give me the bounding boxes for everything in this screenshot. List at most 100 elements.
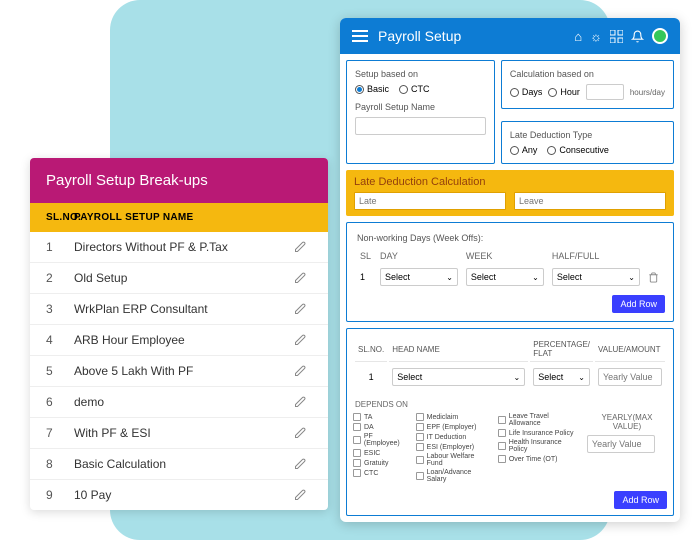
checkbox-esi-employer-[interactable]: ESI (Employer): [416, 443, 492, 451]
heads-col-name: HEAD NAME: [389, 337, 528, 362]
row-name: 10 Pay: [74, 488, 294, 502]
nwd-row-num: 1: [357, 265, 375, 289]
row-name: WrkPlan ERP Consultant: [74, 302, 294, 316]
checkbox-mediclaim[interactable]: Mediclaim: [416, 413, 492, 421]
bell-icon[interactable]: [631, 30, 644, 43]
checkbox-pf-employee-[interactable]: PF (Employee): [353, 433, 410, 447]
table-row: 1 Directors Without PF & P.Tax: [30, 232, 328, 263]
table-header: SL.NO. PAYROLL SETUP NAME: [30, 203, 328, 232]
avatar[interactable]: [652, 28, 668, 44]
head-pf-select[interactable]: Select⌄: [533, 368, 590, 386]
checkbox-ctc[interactable]: CTC: [353, 469, 410, 477]
heads-table: SL.NO. HEAD NAME PERCENTAGE/ FLAT VALUE/…: [353, 335, 667, 392]
checkbox-epf-employer-[interactable]: EPF (Employer): [416, 423, 492, 431]
checkbox-health-insurance-policy[interactable]: Health Insurance Policy: [498, 439, 581, 453]
col-name: PAYROLL SETUP NAME: [74, 212, 312, 223]
radio-days[interactable]: Days: [510, 87, 543, 97]
table-row: 8 Basic Calculation: [30, 449, 328, 480]
heads-addrow-button[interactable]: Add Row: [614, 491, 667, 509]
nwd-col-week: WEEK: [463, 249, 547, 263]
leave-input[interactable]: [514, 192, 666, 210]
heads-col-va: VALUE/AMOUNT: [595, 337, 665, 362]
delete-icon[interactable]: [648, 272, 660, 283]
payroll-breakups-card: Payroll Setup Break-ups SL.NO. PAYROLL S…: [30, 158, 328, 510]
checkbox-loan-advance-salary[interactable]: Loan/Advance Salary: [416, 469, 492, 483]
edit-icon[interactable]: [294, 489, 312, 501]
nwd-day-select[interactable]: Select⌄: [380, 268, 458, 286]
edit-icon[interactable]: [294, 272, 312, 284]
row-num: 7: [46, 426, 74, 440]
table-row: 9 10 Pay: [30, 480, 328, 510]
table-row: 6 demo: [30, 387, 328, 418]
table-row: 2 Old Setup: [30, 263, 328, 294]
radio-any[interactable]: Any: [510, 145, 538, 155]
card-title: Payroll Setup Break-ups: [30, 158, 328, 203]
edit-icon[interactable]: [294, 241, 312, 253]
brightness-icon[interactable]: ☼: [590, 29, 602, 44]
heads-col-sl: SL.NO.: [355, 337, 387, 362]
radio-hour[interactable]: Hour: [548, 87, 580, 97]
checkbox-ta[interactable]: TA: [353, 413, 410, 421]
calc-basis-fieldset: Calculation based on Days Hour hours/day: [501, 60, 674, 109]
edit-icon[interactable]: [294, 365, 312, 377]
late-input[interactable]: [354, 192, 506, 210]
nwd-col-day: DAY: [377, 249, 461, 263]
row-num: 9: [46, 488, 74, 502]
nwd-row: 1 Select⌄ Select⌄ Select⌄: [357, 265, 663, 289]
col-slno: SL.NO.: [46, 212, 74, 223]
yearly-max-input[interactable]: [587, 435, 655, 453]
nwd-week-select[interactable]: Select⌄: [466, 268, 544, 286]
row-name: Old Setup: [74, 271, 294, 285]
home-icon[interactable]: ⌂: [574, 29, 582, 44]
heads-row-num: 1: [355, 364, 387, 390]
late-deduction-title: Late Deduction Calculation: [354, 176, 666, 188]
row-name: With PF & ESI: [74, 426, 294, 440]
checkbox-gratuity[interactable]: Gratuity: [353, 459, 410, 467]
checkbox-leave-travel-allowance[interactable]: Leave Travel Allowance: [498, 413, 581, 427]
menu-icon[interactable]: [352, 30, 368, 42]
table-row: 7 With PF & ESI: [30, 418, 328, 449]
checkbox-labour-welfare-fund[interactable]: Labour Welfare Fund: [416, 453, 492, 467]
row-num: 3: [46, 302, 74, 316]
nwd-col-hf: HALF/FULL: [549, 249, 643, 263]
nwd-addrow-button[interactable]: Add Row: [612, 295, 665, 313]
checkbox-it-deduction[interactable]: IT Deduction: [416, 433, 492, 441]
head-value-input[interactable]: [598, 368, 662, 386]
table-row: 5 Above 5 Lakh With PF: [30, 356, 328, 387]
table-row: 3 WrkPlan ERP Consultant: [30, 294, 328, 325]
setup-name-input[interactable]: [355, 117, 486, 135]
late-type-legend: Late Deduction Type: [510, 130, 665, 140]
radio-ctc[interactable]: CTC: [399, 84, 430, 94]
row-num: 8: [46, 457, 74, 471]
edit-icon[interactable]: [294, 334, 312, 346]
row-name: demo: [74, 395, 294, 409]
hours-unit: hours/day: [630, 88, 665, 97]
row-num: 4: [46, 333, 74, 347]
head-name-select[interactable]: Select⌄: [392, 368, 525, 386]
row-num: 1: [46, 240, 74, 254]
edit-icon[interactable]: [294, 303, 312, 315]
setup-basis-fieldset: Setup based on Basic CTC Payroll Setup N…: [346, 60, 495, 164]
late-deduction-calc: Late Deduction Calculation: [346, 170, 674, 216]
checkbox-life-insurance-policy[interactable]: Life Insurance Policy: [498, 429, 581, 437]
checkbox-over-time-ot-[interactable]: Over Time (OT): [498, 455, 581, 463]
edit-icon[interactable]: [294, 458, 312, 470]
depends-label: DEPENDS ON: [355, 400, 667, 409]
row-name: Above 5 Lakh With PF: [74, 364, 294, 378]
page-title: Payroll Setup: [378, 28, 574, 44]
radio-consecutive[interactable]: Consecutive: [547, 145, 609, 155]
nonworking-days-fieldset: Non-working Days (Week Offs): SL DAY WEE…: [346, 222, 674, 322]
payroll-setup-card: Payroll Setup ⌂ ☼ Setup based on Basic C…: [340, 18, 680, 522]
checkbox-da[interactable]: DA: [353, 423, 410, 431]
nwd-hf-select[interactable]: Select⌄: [552, 268, 640, 286]
hours-input[interactable]: [586, 84, 624, 100]
checkbox-esic[interactable]: ESIC: [353, 449, 410, 457]
edit-icon[interactable]: [294, 396, 312, 408]
edit-icon[interactable]: [294, 427, 312, 439]
setup-name-label: Payroll Setup Name: [355, 102, 486, 112]
yearly-max-label: YEARLY(MAX VALUE): [587, 413, 667, 431]
late-type-fieldset: Late Deduction Type Any Consecutive: [501, 121, 674, 164]
radio-basic[interactable]: Basic: [355, 84, 389, 94]
calc-basis-legend: Calculation based on: [510, 69, 665, 79]
apps-icon[interactable]: [610, 30, 623, 43]
